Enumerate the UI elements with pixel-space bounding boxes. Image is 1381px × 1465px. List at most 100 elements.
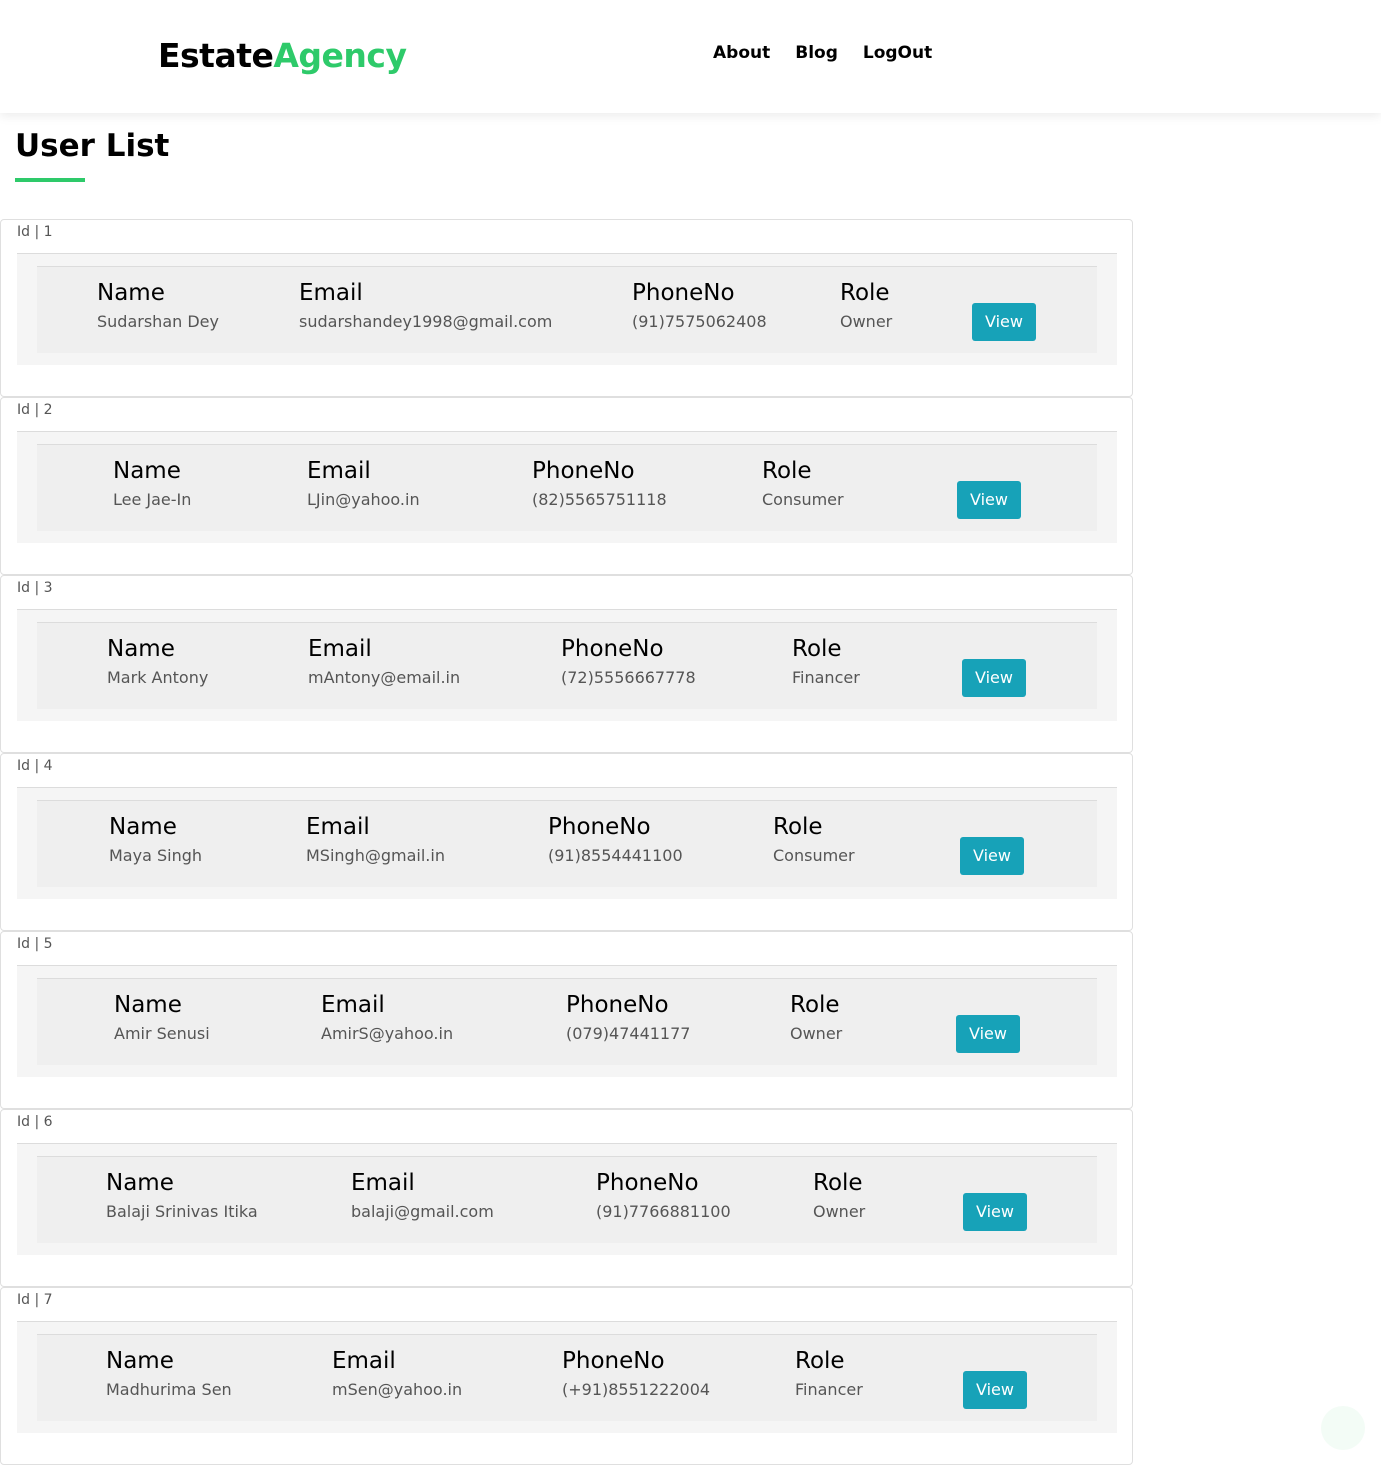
name-label: Name — [109, 814, 177, 840]
user-card: Id | 2 Name Lee Jae-In Email LJin@yahoo.… — [0, 397, 1133, 575]
email-value: LJin@yahoo.in — [307, 490, 420, 509]
card-id-header: Id | 3 — [17, 580, 53, 596]
name-label: Name — [107, 636, 175, 662]
view-button[interactable]: View — [956, 1015, 1020, 1053]
email-field: Email LJin@yahoo.in — [307, 457, 420, 510]
name-value: Mark Antony — [107, 668, 209, 687]
brand-part-estate: Estate — [158, 36, 274, 75]
name-field: Name Amir Senusi — [114, 991, 210, 1044]
email-label: Email — [332, 1348, 396, 1374]
brand-logo[interactable]: EstateAgency — [158, 36, 407, 76]
phone-field: PhoneNo (079)47441177 — [566, 991, 690, 1044]
name-value: Maya Singh — [109, 846, 203, 865]
view-button[interactable]: View — [962, 659, 1026, 697]
user-card: Id | 1 Name Sudarshan Dey Email sudarsha… — [0, 219, 1133, 397]
name-field: Name Mark Antony — [107, 635, 208, 688]
email-field: Email mSen@yahoo.in — [332, 1347, 462, 1400]
email-field: Email sudarshandey1998@gmail.com — [299, 279, 552, 332]
nav-link-about[interactable]: About — [713, 42, 770, 64]
role-field: Role Owner — [840, 279, 892, 332]
name-label: Name — [97, 280, 165, 306]
phone-label: PhoneNo — [532, 458, 635, 484]
view-button[interactable]: View — [963, 1193, 1027, 1231]
card-body: Name Balaji Srinivas Itika Email balaji@… — [17, 1143, 1117, 1255]
view-button[interactable]: View — [960, 837, 1024, 875]
role-value: Owner — [790, 1024, 843, 1043]
phone-field: PhoneNo (91)7766881100 — [596, 1169, 731, 1222]
nav-link-blog[interactable]: Blog — [795, 42, 838, 64]
user-details-row: Name Lee Jae-In Email LJin@yahoo.in Phon… — [37, 444, 1097, 531]
name-field: Name Sudarshan Dey — [97, 279, 219, 332]
name-label: Name — [106, 1348, 174, 1374]
phone-label: PhoneNo — [596, 1170, 699, 1196]
phone-value: (91)8554441100 — [548, 846, 683, 865]
name-value: Madhurima Sen — [106, 1380, 232, 1399]
name-label: Name — [113, 458, 181, 484]
phone-field: PhoneNo (91)8554441100 — [548, 813, 683, 866]
user-details-row: Name Amir Senusi Email AmirS@yahoo.in Ph… — [37, 978, 1097, 1065]
view-button[interactable]: View — [957, 481, 1021, 519]
role-value: Owner — [813, 1202, 866, 1221]
email-value: sudarshandey1998@gmail.com — [299, 312, 553, 331]
phone-value: (72)5556667778 — [561, 668, 696, 687]
role-label: Role — [792, 636, 842, 662]
role-label: Role — [762, 458, 812, 484]
phone-label: PhoneNo — [548, 814, 651, 840]
phone-value: (+91)8551222004 — [562, 1380, 711, 1399]
role-field: Role Financer — [792, 635, 860, 688]
brand-part-agency: Agency — [273, 36, 407, 75]
user-details-row: Name Madhurima Sen Email mSen@yahoo.in P… — [37, 1334, 1097, 1421]
card-body: Name Sudarshan Dey Email sudarshandey199… — [17, 253, 1117, 365]
nav-links: About Blog LogOut — [713, 42, 957, 64]
user-details-row: Name Balaji Srinivas Itika Email balaji@… — [37, 1156, 1097, 1243]
phone-field: PhoneNo (91)7575062408 — [632, 279, 767, 332]
card-id-header: Id | 4 — [17, 758, 53, 774]
card-id-header: Id | 2 — [17, 402, 53, 418]
email-value: mSen@yahoo.in — [332, 1380, 463, 1399]
user-card: Id | 4 Name Maya Singh Email MSingh@gmai… — [0, 753, 1133, 931]
card-id-header: Id | 1 — [17, 224, 53, 240]
role-label: Role — [813, 1170, 863, 1196]
nav-link-logout[interactable]: LogOut — [863, 42, 932, 64]
email-label: Email — [307, 458, 371, 484]
phone-label: PhoneNo — [566, 992, 669, 1018]
role-field: Role Consumer — [773, 813, 855, 866]
name-label: Name — [106, 1170, 174, 1196]
view-button[interactable]: View — [963, 1371, 1027, 1409]
page-title: User List — [15, 128, 170, 164]
name-label: Name — [114, 992, 182, 1018]
user-details-row: Name Sudarshan Dey Email sudarshandey199… — [37, 266, 1097, 353]
role-value: Financer — [795, 1380, 863, 1399]
card-body: Name Lee Jae-In Email LJin@yahoo.in Phon… — [17, 431, 1117, 543]
email-label: Email — [351, 1170, 415, 1196]
email-field: Email balaji@gmail.com — [351, 1169, 494, 1222]
phone-label: PhoneNo — [632, 280, 735, 306]
top-navbar: EstateAgency About Blog LogOut — [0, 0, 1381, 113]
role-value: Owner — [840, 312, 893, 331]
phone-field: PhoneNo (72)5556667778 — [561, 635, 696, 688]
role-label: Role — [840, 280, 890, 306]
name-field: Name Balaji Srinivas Itika — [106, 1169, 258, 1222]
name-field: Name Maya Singh — [109, 813, 202, 866]
email-label: Email — [299, 280, 363, 306]
name-value: Balaji Srinivas Itika — [106, 1202, 258, 1221]
email-label: Email — [308, 636, 372, 662]
card-id-header: Id | 6 — [17, 1114, 53, 1130]
back-to-top-button[interactable] — [1321, 1406, 1365, 1450]
user-card-list: Id | 1 Name Sudarshan Dey Email sudarsha… — [0, 219, 1133, 1465]
role-value: Consumer — [762, 490, 844, 509]
email-label: Email — [321, 992, 385, 1018]
role-label: Role — [795, 1348, 845, 1374]
email-field: Email MSingh@gmail.in — [306, 813, 445, 866]
email-value: MSingh@gmail.in — [306, 846, 445, 865]
role-value: Consumer — [773, 846, 855, 865]
view-button[interactable]: View — [972, 303, 1036, 341]
role-label: Role — [790, 992, 840, 1018]
card-body: Name Amir Senusi Email AmirS@yahoo.in Ph… — [17, 965, 1117, 1077]
email-field: Email mAntony@email.in — [308, 635, 460, 688]
phone-value: (91)7766881100 — [596, 1202, 731, 1221]
email-value: AmirS@yahoo.in — [321, 1024, 454, 1043]
phone-value: (079)47441177 — [566, 1024, 691, 1043]
name-field: Name Lee Jae-In — [113, 457, 191, 510]
email-value: balaji@gmail.com — [351, 1202, 494, 1221]
